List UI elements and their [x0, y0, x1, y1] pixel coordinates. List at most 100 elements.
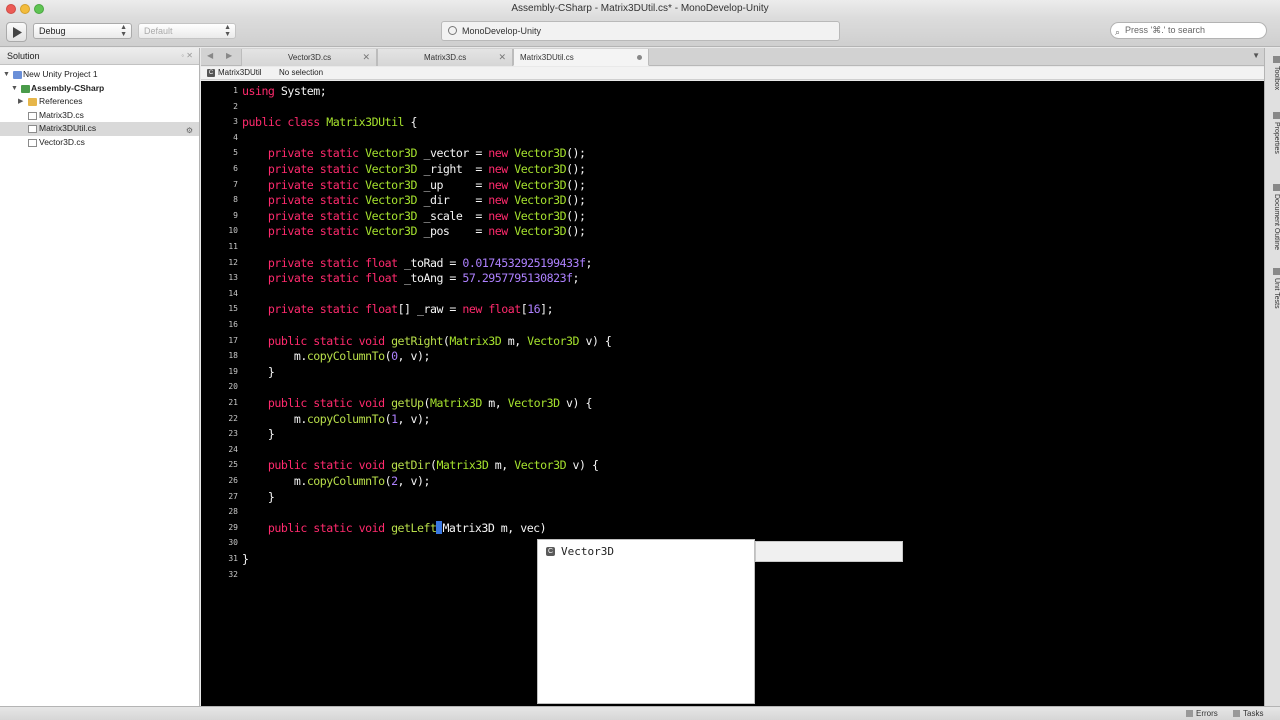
code-line[interactable]: public static void getRight(Matrix3D m, … — [242, 333, 612, 348]
code-line[interactable]: private static Vector3D _dir = new Vecto… — [242, 193, 586, 207]
pad-label: Properties — [1273, 122, 1280, 154]
path-member-selector[interactable]: No selection — [279, 67, 323, 79]
unit-tests-icon — [1272, 268, 1280, 275]
code-token: copyColumnTo — [306, 474, 385, 488]
pad-properties[interactable]: Properties — [1266, 112, 1280, 154]
tree-item-file-selected[interactable]: Matrix3DUtil.cs ⚙ — [0, 122, 199, 136]
code-line[interactable]: public static void getDir(Matrix3D m, Ve… — [242, 458, 599, 473]
code-token: Vector3D — [514, 208, 567, 223]
code-token: new — [488, 193, 508, 208]
code-line[interactable]: private static Vector3D _scale = new Vec… — [242, 209, 586, 223]
code-token: , v); — [397, 349, 431, 364]
errors-icon — [1186, 710, 1193, 717]
tree-item-file[interactable]: Matrix3D.cs — [0, 109, 199, 123]
tab-vector3d[interactable]: Vector3D.cs ✕ — [241, 49, 377, 66]
code-token: ; — [572, 271, 580, 286]
code-line[interactable]: private static Vector3D _vector = new Ve… — [242, 146, 586, 160]
pad-document-outline[interactable]: Document Outline — [1266, 184, 1280, 250]
pad-unit-tests[interactable]: Unit Tests — [1266, 268, 1280, 309]
code-token: static — [319, 271, 359, 286]
completion-item[interactable]: C Vector3D — [538, 543, 750, 560]
tree-item-project[interactable]: ▼ Assembly-CSharp — [0, 82, 199, 96]
tree-item-label: References — [39, 96, 83, 106]
tree-item-solution[interactable]: ▼ New Unity Project 1 — [0, 68, 199, 82]
code-line[interactable]: m.copyColumnTo(1, v); — [242, 412, 431, 426]
code-token: private — [267, 271, 314, 286]
tree-item-file[interactable]: Vector3D.cs — [0, 136, 199, 150]
code-token: new — [488, 177, 508, 192]
code-token: public — [242, 115, 281, 130]
code-line[interactable]: } — [242, 490, 275, 504]
path-class-selector[interactable]: Matrix3DUtil — [218, 67, 262, 79]
search-placeholder: Press '⌘.' to search — [1125, 25, 1205, 35]
code-line[interactable]: using System; — [242, 84, 327, 98]
code-line[interactable]: public static void getUp(Matrix3D m, Vec… — [242, 396, 593, 410]
zoom-window-button[interactable] — [34, 4, 44, 14]
code-token: _right = — [417, 162, 489, 176]
code-token: [] _raw = — [397, 302, 463, 317]
code-line[interactable]: private static Vector3D _pos = new Vecto… — [242, 224, 586, 238]
search-input[interactable]: ⌕ Press '⌘.' to search — [1110, 22, 1267, 39]
close-window-button[interactable] — [6, 4, 16, 14]
errors-button[interactable]: Errors — [1186, 707, 1218, 720]
disclosure-open-icon[interactable]: ▼ — [3, 68, 10, 82]
nav-forward-icon[interactable]: ▶ — [226, 51, 232, 60]
code-line[interactable]: m.copyColumnTo(0, v); — [242, 349, 431, 364]
code-token: void — [358, 520, 385, 535]
right-pad-strip: Toolbox Properties Document Outline Unit… — [1264, 48, 1280, 706]
run-button[interactable] — [6, 22, 27, 42]
minimize-window-button[interactable] — [20, 4, 30, 14]
path-bar: C Matrix3DUtil No selection — [201, 67, 1264, 80]
code-line[interactable]: private static float _toAng = 57.2957795… — [242, 271, 580, 286]
code-token: private — [267, 193, 314, 208]
pad-label: Toolbox — [1273, 66, 1280, 91]
code-line[interactable]: public static void getLeft Matrix3D m, ve… — [242, 520, 547, 535]
line-number: 14 — [228, 288, 238, 298]
line-number: 1 — [233, 86, 238, 95]
pad-window-buttons[interactable]: ◦ ✕ — [181, 48, 193, 64]
tasks-button[interactable]: Tasks — [1233, 707, 1263, 720]
code-line[interactable]: m.copyColumnTo(2, v); — [242, 474, 431, 488]
line-number: 10 — [228, 226, 238, 236]
code-token: Vector3D — [514, 458, 567, 473]
code-line[interactable]: private static float[] _raw = new float[… — [242, 302, 554, 317]
pad-label: Document Outline — [1273, 194, 1280, 251]
configuration-select[interactable]: Debug ▲ ▼ — [33, 23, 132, 39]
code-token: ]; — [540, 302, 554, 317]
code-token: { — [404, 115, 418, 130]
code-line[interactable]: private static Vector3D _right = new Vec… — [242, 162, 586, 176]
code-token: Vector3D — [527, 333, 580, 348]
disclosure-open-icon[interactable]: ▼ — [11, 82, 18, 96]
code-token: public — [267, 333, 307, 348]
tab-list-dropdown-icon[interactable]: ▼ — [1252, 51, 1260, 60]
code-line[interactable]: private static Vector3D _up = new Vector… — [242, 178, 586, 192]
code-token: private — [267, 208, 314, 223]
code-token: private — [267, 302, 314, 317]
code-line[interactable]: } — [242, 427, 275, 441]
tab-matrix3dutil[interactable]: Matrix3DUtil.cs — [513, 49, 649, 66]
code-token: void — [358, 396, 385, 410]
code-token: getRight — [391, 333, 443, 348]
code-token: getLeft — [391, 520, 437, 535]
pad-toolbox[interactable]: Toolbox — [1266, 56, 1280, 90]
tree-item-label: Matrix3D.cs — [39, 109, 84, 120]
tab-matrix3d[interactable]: Matrix3D.cs ✕ — [377, 49, 513, 66]
code-token: Vector3D — [365, 224, 417, 239]
unsaved-dot-icon[interactable] — [637, 55, 642, 60]
code-line[interactable]: private static float _toRad = 0.01745329… — [242, 256, 593, 270]
close-tab-icon[interactable]: ✕ — [498, 49, 506, 66]
nav-back-icon[interactable]: ◀ — [207, 51, 213, 60]
tree-item-references[interactable]: ▶ References — [0, 95, 199, 109]
platform-select[interactable]: Default ▲ ▼ — [138, 23, 236, 39]
disclosure-closed-icon[interactable]: ▶ — [18, 95, 23, 109]
code-token: v) { — [579, 333, 612, 348]
close-tab-icon[interactable]: ✕ — [362, 49, 370, 66]
line-number: 23 — [228, 429, 238, 439]
code-line[interactable]: } — [242, 552, 249, 566]
code-line[interactable]: } — [242, 365, 275, 379]
code-token: static — [313, 520, 353, 535]
code-line[interactable]: public class Matrix3DUtil { — [242, 115, 417, 129]
code-token: Vector3D — [514, 162, 567, 176]
code-token: Vector3D — [365, 193, 417, 208]
